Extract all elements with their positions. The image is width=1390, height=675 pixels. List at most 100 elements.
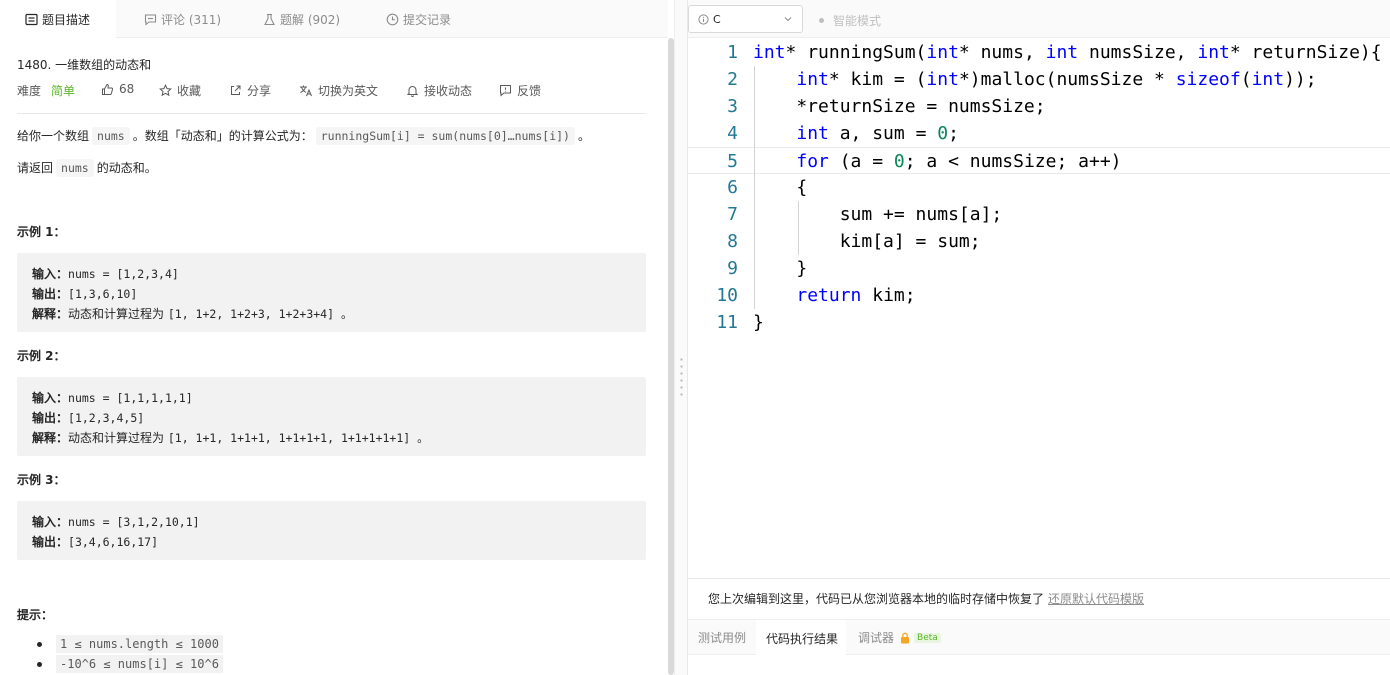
code-line[interactable]: 3 *returnSize = numsSize;: [688, 93, 1390, 120]
favorite-button[interactable]: 收藏: [159, 82, 201, 99]
code-line[interactable]: 7 sum += nums[a];: [688, 201, 1390, 228]
status-dot-icon: [819, 18, 824, 23]
problem-description: 给你一个数组 nums 。数组「动态和」的计算公式为： runningSum[i] =…: [17, 127, 590, 145]
problem-tabbar: 题目描述 评论 (311) 题解 (902) 提交记录: [0, 0, 668, 39]
code-text: for (a = 0; a < numsSize; a++): [796, 151, 1122, 172]
code-line[interactable]: 10 return kim;: [688, 282, 1390, 309]
smart-mode-label: 智能模式: [833, 14, 882, 28]
restore-notice: 您上次编辑到这里，代码已从您浏览器本地的临时存储中恢复了 还原默认代码模版: [688, 578, 1390, 618]
code-line[interactable]: 2 int* kim = (int*)malloc(numsSize * siz…: [688, 66, 1390, 93]
tab-comments-label: 评论 (311): [161, 12, 222, 27]
code-line[interactable]: 4 int a, sum = 0;: [688, 120, 1390, 147]
code-text: }: [753, 258, 808, 279]
example-2-block: 输入：nums = [1,1,1,1,1] 输出：[1,2,3,4,5] 解释：…: [17, 377, 646, 456]
example-2-explanation: [1, 1+1, 1+1+1, 1+1+1+1, 1+1+1+1+1] 。: [167, 431, 429, 445]
thumbs-up-icon: [102, 83, 114, 95]
line-number: 3: [727, 96, 738, 117]
example-3-input: nums = [3,1,2,10,1]: [68, 515, 200, 529]
drag-handle-icon: [680, 356, 683, 400]
feedback-button[interactable]: 反馈: [499, 82, 541, 99]
switch-language-label: 切换为英文: [318, 84, 379, 98]
line-number: 5: [727, 151, 738, 172]
example-1-input: nums = [1,2,3,4]: [68, 267, 179, 281]
example-1-output: [1,3,6,10]: [68, 287, 138, 301]
line-number: 1: [727, 42, 738, 63]
comment-icon: [143, 12, 157, 26]
indent-guide: [754, 66, 755, 309]
language-value: C: [713, 12, 721, 26]
like-count: 68: [119, 82, 135, 96]
example-2-input: nums = [1,1,1,1,1]: [68, 391, 193, 405]
code-text: }: [753, 312, 764, 333]
tab-debugger[interactable]: 调试器 Beta: [846, 620, 941, 655]
difficulty-label: 难度: [17, 84, 42, 98]
indent-guide: [798, 201, 799, 255]
hint-item: 1 ≤ nums.length ≤ 1000: [37, 635, 223, 653]
code-text: *returnSize = numsSize;: [753, 96, 1046, 117]
example-1-explanation: [1, 1+2, 1+2+3, 1+2+3+4] 。: [167, 307, 353, 321]
subscribe-label: 接收动态: [424, 84, 473, 98]
tab-run-result[interactable]: 代码执行结果: [756, 620, 846, 656]
code-text: {: [753, 177, 808, 198]
code-text: int* runningSum(int* nums, int numsSize,…: [753, 42, 1382, 63]
tab-description-label: 题目描述: [42, 13, 91, 27]
code-line[interactable]: 9 }: [688, 255, 1390, 282]
tab-testcase-label: 测试用例: [698, 631, 747, 645]
feedback-icon: [500, 85, 511, 97]
info-icon: [698, 13, 709, 25]
code-line[interactable]: 5 for (a = 0; a < numsSize; a++): [688, 147, 1390, 174]
feedback-label: 反馈: [517, 84, 542, 98]
subscribe-button[interactable]: 接收动态: [406, 82, 472, 99]
tab-description[interactable]: 题目描述: [0, 0, 116, 39]
line-number: 2: [727, 69, 738, 90]
chevron-down-icon: [784, 17, 792, 22]
tab-testcase[interactable]: 测试用例: [688, 620, 756, 655]
description-icon: [24, 13, 38, 27]
tab-comments[interactable]: 评论 (311): [143, 0, 221, 38]
example-3-block: 输入：nums = [3,1,2,10,1] 输出：[3,4,6,16,17]: [17, 501, 646, 560]
code-line[interactable]: 6 {: [688, 174, 1390, 201]
meta-divider: [17, 113, 646, 114]
favorite-label: 收藏: [177, 84, 202, 98]
problem-return-statement: 请返回 nums 的动态和。: [17, 159, 157, 177]
translate-icon: [300, 85, 312, 97]
code-line[interactable]: 1 int* runningSum(int* nums, int numsSize…: [688, 39, 1390, 66]
clock-icon: [385, 12, 399, 26]
line-number: 9: [727, 258, 738, 279]
code-text: int a, sum = 0;: [796, 123, 959, 144]
smart-mode-toggle[interactable]: 智能模式: [819, 12, 881, 29]
share-button[interactable]: 分享: [229, 82, 271, 99]
line-number: 8: [727, 231, 738, 252]
problem-panel: 题目描述 评论 (311) 题解 (902) 提交记录 1480. 一维数组的动…: [0, 0, 668, 675]
hints-heading: 提示：: [17, 608, 54, 622]
like-button[interactable]: 68: [101, 82, 134, 96]
panel-resize-divider[interactable]: [674, 0, 688, 675]
code-text: kim[a] = sum;: [753, 231, 981, 252]
restore-notice-text: 您上次编辑到这里，代码已从您浏览器本地的临时存储中恢复了: [708, 592, 1045, 606]
tab-submissions[interactable]: 提交记录: [385, 0, 451, 38]
beta-badge: Beta: [914, 632, 941, 643]
language-select[interactable]: C: [688, 5, 803, 33]
console-tabs: 测试用例 代码执行结果 调试器 Beta: [688, 619, 1390, 656]
tab-solutions[interactable]: 题解 (902): [262, 0, 340, 38]
hint-item: -10^6 ≤ nums[i] ≤ 10^6: [37, 655, 223, 673]
code-text: sum += nums[a];: [753, 204, 1003, 225]
problem-meta-bar: 难度 简单 68 收藏 分享 切换为英文 接收动态 反馈: [17, 82, 647, 100]
example-1-block: 输入：nums = [1,2,3,4] 输出：[1,3,6,10] 解释：动态和…: [17, 253, 646, 332]
restore-default-code-link[interactable]: 还原默认代码模版: [1048, 590, 1144, 607]
star-icon: [159, 84, 172, 97]
problem-title: 1480. 一维数组的动态和: [17, 58, 152, 72]
line-number: 11: [716, 312, 738, 333]
code-line[interactable]: 8 kim[a] = sum;: [688, 228, 1390, 255]
example-3-heading: 示例 3：: [17, 473, 66, 487]
editor-toolbar: C 智能模式: [688, 0, 1390, 38]
switch-language-button[interactable]: 切换为英文: [299, 82, 378, 99]
line-number: 10: [716, 285, 738, 306]
code-editor[interactable]: 1 int* runningSum(int* nums, int numsSize…: [688, 38, 1390, 577]
code-line[interactable]: 11}: [688, 309, 1390, 336]
line-number: 6: [727, 177, 738, 198]
code-text: int* kim = (int*)malloc(numsSize * sizeo…: [796, 69, 1317, 90]
share-icon: [231, 85, 241, 95]
tab-solutions-label: 题解 (902): [280, 12, 341, 27]
tab-submissions-label: 提交记录: [403, 12, 452, 27]
